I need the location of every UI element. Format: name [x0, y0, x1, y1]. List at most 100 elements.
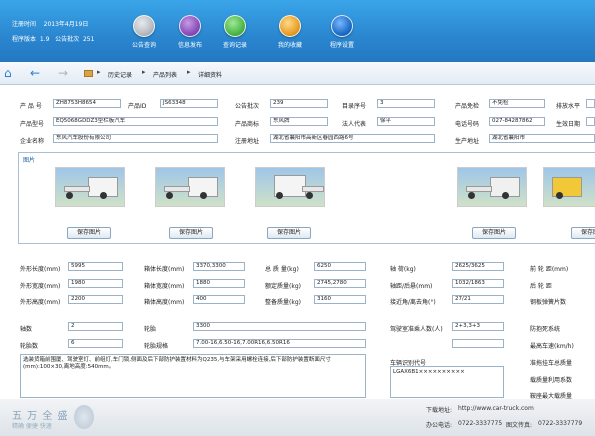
- company-field[interactable]: 东风汽车股份有限公司: [53, 134, 218, 143]
- logo-emblem-icon: [74, 405, 94, 429]
- approach-angle-field[interactable]: 27/21: [452, 295, 504, 304]
- rated-mass-label: 额定质量(kg): [265, 283, 301, 290]
- emission-field[interactable]: [586, 99, 595, 108]
- remark-textarea[interactable]: 选装货箱前围厦、驾驶室灯、前组灯,车门锁,侧面及后下部防护装置材料为Q235,与…: [20, 354, 366, 398]
- gross-mass-label: 总 质 量(kg): [265, 266, 299, 273]
- truck-photo[interactable]: [55, 167, 125, 207]
- publish-info-button[interactable]: 信息发布: [170, 15, 210, 49]
- list-icon: [224, 15, 246, 37]
- legal-rep-label: 法人代表: [342, 121, 367, 128]
- catalog-label: 目录序号: [342, 103, 367, 110]
- emission-label: 排放水平: [556, 103, 581, 110]
- reg-address-field[interactable]: 湖北省襄阳市高新区春园西路6号: [270, 134, 435, 143]
- length-field[interactable]: 5995: [68, 262, 123, 271]
- tire-count-field[interactable]: 6: [68, 339, 123, 348]
- breadcrumb-separator-icon: ▸: [187, 68, 191, 76]
- box-width-label: 箱体宽度(mm): [144, 283, 185, 290]
- footer: 五 万 全 盛 精确 便捷 快速 下载地址: http://www.car-tr…: [0, 399, 595, 436]
- crumb-history[interactable]: 历史记录: [108, 70, 132, 79]
- curb-mass-label: 整备质量(kg): [265, 299, 301, 306]
- folder-icon: [84, 70, 93, 77]
- back-arrow-icon[interactable]: ←: [30, 66, 40, 80]
- phone-field[interactable]: 027-84287862: [489, 117, 545, 126]
- max-speed-label: 最高车速(km/h): [530, 343, 574, 350]
- save-photo-button[interactable]: 保存图片: [67, 227, 111, 239]
- batch-field[interactable]: 239: [270, 99, 328, 108]
- height-field[interactable]: 2200: [68, 295, 123, 304]
- home-icon[interactable]: ⌂: [4, 66, 12, 80]
- width-field[interactable]: 1980: [68, 279, 123, 288]
- effective-date-field[interactable]: [586, 117, 595, 126]
- tire-spec-field[interactable]: 7.00-16,6.50-16,7.00R16,6.50R16: [193, 339, 366, 348]
- truck-photo[interactable]: [543, 167, 595, 207]
- save-photo-button[interactable]: 保存图片: [169, 227, 213, 239]
- version-info: 程序版本 1.9 公告批次 251: [12, 36, 95, 43]
- legal-rep-field[interactable]: 徐平: [377, 117, 435, 126]
- product-id-field[interactable]: JS63348: [160, 99, 218, 108]
- office-phone: 0722-3337775: [458, 420, 503, 427]
- login-time: 注册时间 2013年4月19日: [12, 21, 89, 28]
- save-photo-button[interactable]: 保存图片: [472, 227, 516, 239]
- box-height-label: 箱体高度(mm): [144, 299, 185, 306]
- product-no-field[interactable]: ZH8753H8654: [53, 99, 121, 108]
- catalog-field[interactable]: 3: [377, 99, 435, 108]
- download-label: 下载地址:: [426, 407, 453, 414]
- my-favorites-button[interactable]: 我的收藏: [270, 15, 310, 49]
- leaf-spring-label: 钢板弹簧片数: [530, 299, 567, 306]
- forward-arrow-icon[interactable]: →: [58, 66, 68, 80]
- load-factor-label: 载质量利用系数: [530, 377, 573, 384]
- box-length-field[interactable]: 3370,3300: [193, 262, 245, 271]
- length-label: 外形长度(mm): [20, 266, 61, 273]
- vin-field[interactable]: LGAX6B1××××××××××: [390, 366, 504, 398]
- gear-icon: [331, 15, 353, 37]
- download-link[interactable]: http://www.car-truck.com: [458, 405, 534, 412]
- cart-icon: [179, 15, 201, 37]
- trademark-field[interactable]: 东风牌: [270, 117, 328, 126]
- truck-photo[interactable]: [255, 167, 325, 207]
- cab-seats-field[interactable]: 2+3,3+3: [452, 322, 504, 331]
- settings-button[interactable]: 程序设置: [322, 15, 362, 49]
- truck-photo[interactable]: [457, 167, 527, 207]
- trademark-label: 产品商标: [235, 121, 260, 128]
- brand-logo: 五 万 全 盛: [12, 411, 69, 422]
- prod-address-field[interactable]: 湖北省襄阳市: [489, 134, 595, 143]
- trailer-field[interactable]: [452, 339, 504, 348]
- rated-mass-field[interactable]: 2745,2780: [314, 279, 366, 288]
- model-field[interactable]: EQ5068GDDZ3型栏板汽车: [53, 117, 218, 126]
- tire-spec-label: 轮胎规格: [144, 343, 169, 350]
- truck-photo[interactable]: [155, 167, 225, 207]
- trailer-mass-label: 准拖挂车总质量: [530, 360, 573, 367]
- gross-mass-field[interactable]: 6250: [314, 262, 366, 271]
- axle-load-label: 轴 荷(kg): [390, 266, 416, 273]
- wheelbase-field[interactable]: 1032/1863: [452, 279, 504, 288]
- curb-mass-field[interactable]: 3160: [314, 295, 366, 304]
- fax-label: 图文传真:: [506, 422, 533, 429]
- model-label: 产品型号: [20, 121, 45, 128]
- breadcrumb-separator-icon: ▸: [142, 68, 146, 76]
- photo-panel: 图片 保存图片 保存图片 保存图片 保存图片 保存图片: [18, 152, 595, 244]
- crumb-detail: 详细资料: [198, 72, 223, 79]
- crumb-product-list[interactable]: 产品列表: [153, 70, 177, 79]
- wheelbase-label: 轴距/后悬(mm): [390, 283, 433, 290]
- rear-track-label: 后 轮 距: [530, 283, 552, 290]
- exempt-field[interactable]: 不免检: [489, 99, 545, 108]
- tire-field[interactable]: 3300: [193, 322, 366, 331]
- fax-number: 0722-3337779: [538, 420, 583, 427]
- folder-icon: [279, 15, 301, 37]
- save-photo-button[interactable]: 保存图片: [571, 227, 595, 239]
- tire-label: 轮胎: [144, 326, 157, 333]
- app-header: 注册时间 2013年4月19日 程序版本 1.9 公告批次 251 公告查询 信…: [0, 0, 595, 62]
- axle-load-field[interactable]: 2625/3625: [452, 262, 504, 271]
- query-history-button[interactable]: 查询记录: [215, 15, 255, 49]
- box-width-field[interactable]: 1880: [193, 279, 245, 288]
- product-id-label: 产品ID: [128, 103, 147, 110]
- tire-count-label: 轮胎数: [20, 343, 39, 350]
- axles-field[interactable]: 2: [68, 322, 123, 331]
- front-track-label: 前 轮 距(mm): [530, 266, 569, 273]
- prod-address-label: 生产地址: [455, 138, 480, 145]
- box-height-field[interactable]: 400: [193, 295, 245, 304]
- cab-seats-label: 驾驶室准乘人数(人): [390, 326, 443, 333]
- product-no-label: 产 品 号: [20, 103, 42, 110]
- announce-query-button[interactable]: 公告查询: [124, 15, 164, 49]
- save-photo-button[interactable]: 保存图片: [267, 227, 311, 239]
